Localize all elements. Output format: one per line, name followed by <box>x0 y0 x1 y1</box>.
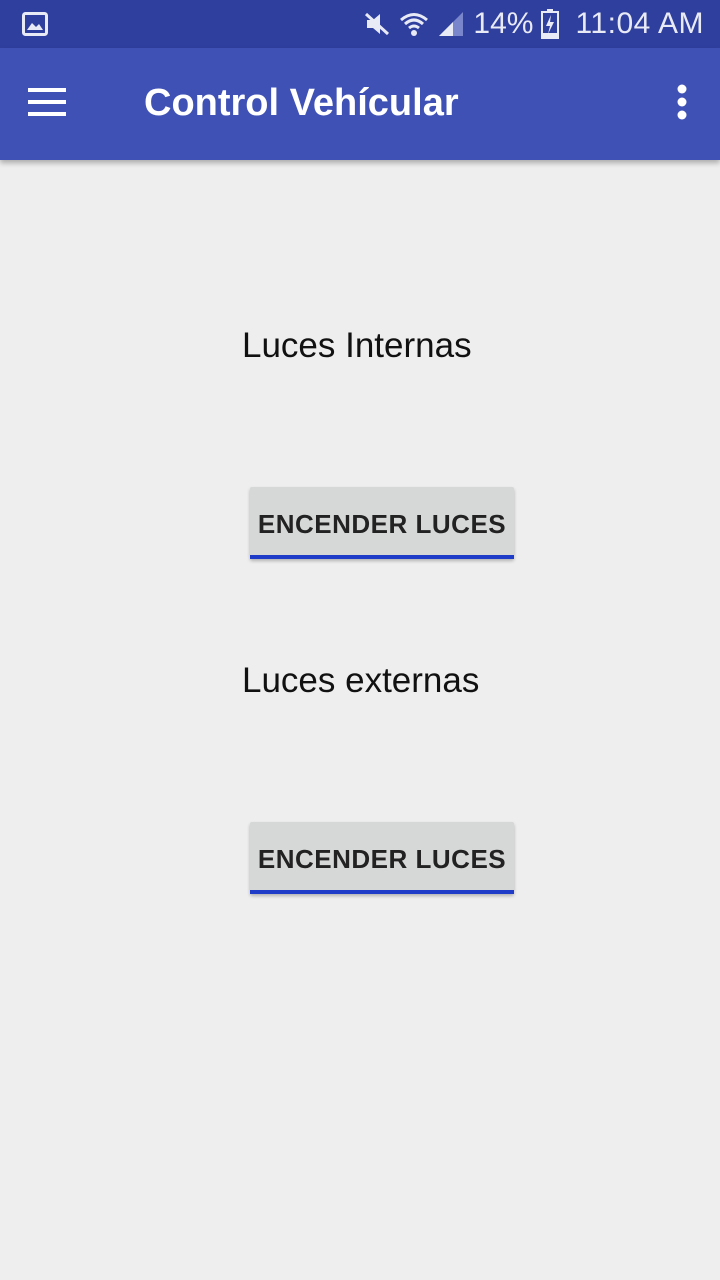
image-notification-icon <box>22 12 48 36</box>
mute-icon <box>363 10 391 38</box>
button-underline <box>250 890 514 894</box>
more-vert-icon <box>676 84 688 125</box>
external-lights-button[interactable]: ENCENDER LUCES <box>250 822 514 894</box>
external-lights-button-label: ENCENDER LUCES <box>257 844 507 874</box>
internal-lights-button[interactable]: ENCENDER LUCES <box>250 487 514 559</box>
signal-icon <box>437 10 465 38</box>
button-underline <box>250 555 514 559</box>
battery-charging-icon <box>541 9 560 39</box>
overflow-menu-button[interactable] <box>662 74 702 134</box>
status-time: 11:04 AM <box>575 7 704 40</box>
app-title: Control Vehícular <box>144 82 459 124</box>
menu-button[interactable] <box>18 74 78 134</box>
app-bar: Control Vehícular <box>0 48 720 160</box>
external-lights-label: Luces externas <box>242 661 480 700</box>
internal-lights-label: Luces Internas <box>242 326 472 365</box>
status-bar: 14% 11:04 AM <box>0 0 720 48</box>
wifi-icon <box>399 9 429 39</box>
battery-percent: 14% <box>473 7 534 40</box>
hamburger-menu-icon <box>28 87 68 122</box>
internal-lights-button-label: ENCENDER LUCES <box>257 509 507 539</box>
status-icons: 14% 11:04 AM <box>363 0 704 48</box>
